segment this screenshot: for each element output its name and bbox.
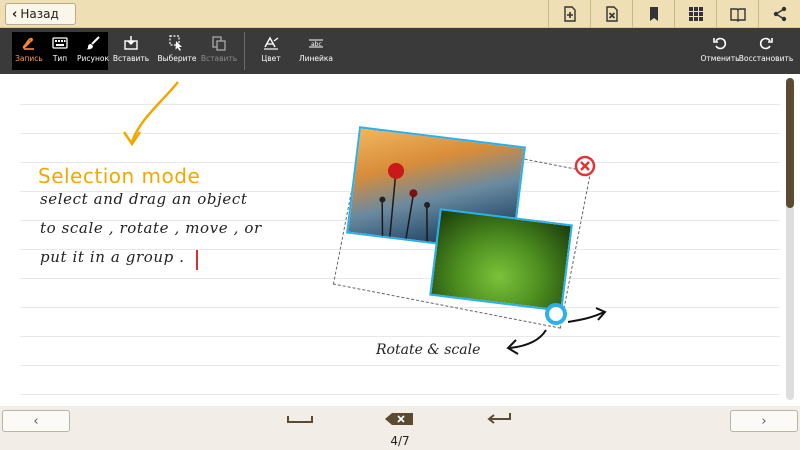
top-actions [548,0,800,28]
bottom-bar: ‹ 4/7 › [0,406,800,450]
close-icon[interactable] [574,155,596,177]
redo-label: Восстановить [738,54,794,63]
mode-type-label: Тип [52,54,68,63]
delete-page-icon[interactable] [590,0,632,28]
previous-page-button[interactable]: ‹ [2,410,70,432]
select-label: Выберите [157,54,197,63]
enter-icon[interactable] [486,412,514,426]
add-page-icon[interactable] [548,0,590,28]
paste-label: Вставить [200,54,238,63]
back-button[interactable]: ‹ Назад [5,3,76,25]
mode-type-button[interactable]: Тип [48,32,72,70]
mode-draw-button[interactable]: Рисунок [76,32,110,70]
select-icon [169,35,182,51]
color-icon [264,36,279,50]
keyboard-icon [52,37,68,49]
back-label: Назад [20,7,59,21]
backspace-icon[interactable] [384,412,414,426]
text-cursor [196,250,198,270]
rotate-scale-handle[interactable] [545,303,567,325]
ruler-label: Линейка [298,54,334,63]
ruler-button[interactable]: abc Линейка [298,32,334,70]
chevron-right-icon: › [761,413,767,429]
brush-icon [86,36,100,50]
ruler-icon: abc [309,39,323,48]
svg-text:abc: abc [311,41,322,48]
page-indicator: 4/7 [390,434,410,448]
insert-button[interactable]: Вставить [112,32,150,70]
handwritten-line: select and drag an object [40,190,248,208]
grid-icon[interactable] [674,0,716,28]
undo-button[interactable]: Отменить [700,32,740,70]
select-button[interactable]: Выберите [157,32,197,70]
selection-mode-title: Selection mode [38,164,201,188]
mode-write-label: Запись [15,54,43,63]
color-button[interactable]: Цвет [260,32,282,70]
insert-icon [124,36,138,50]
handwritten-line: put it in a group . [40,248,185,266]
top-bar: ‹ Назад [0,0,800,28]
chevron-left-icon: ‹ [12,6,18,22]
undo-label: Отменить [700,54,740,63]
insert-label: Вставить [112,54,150,63]
redo-icon [759,37,773,50]
scrollbar-thumb[interactable] [786,78,794,208]
rotate-scale-label: Rotate & scale [376,342,481,358]
book-icon[interactable] [716,0,758,28]
next-page-button[interactable]: › [730,410,798,432]
redo-button[interactable]: Восстановить [739,32,793,70]
mode-write-button[interactable]: Запись [14,32,44,70]
paste-icon [212,36,226,51]
space-icon[interactable] [286,412,314,426]
bookmark-icon[interactable] [632,0,674,28]
paste-button[interactable]: Вставить [200,32,238,70]
share-icon[interactable] [758,0,800,28]
undo-icon [713,37,727,50]
mode-draw-label: Рисунок [77,54,109,63]
color-label: Цвет [261,54,281,63]
edit-toolbar: Запись Тип Рисунок Вставить Выберите Вст… [0,28,800,74]
handwritten-line: to scale , rotate , move , or [40,219,262,237]
notebook-page[interactable]: Selection mode select and drag an object… [0,74,800,406]
pen-icon [22,37,34,50]
chevron-left-icon: ‹ [33,413,39,429]
toolbar-divider [244,32,245,70]
grass-photo[interactable] [429,208,573,312]
